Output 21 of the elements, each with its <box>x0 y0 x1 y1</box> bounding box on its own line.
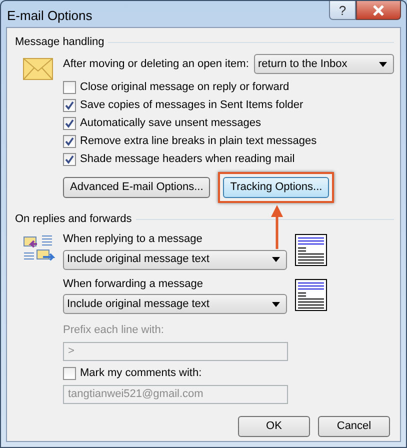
checkbox-label: Close original message on reply or forward <box>80 80 290 95</box>
checkbox-label: Remove extra line breaks in plain text messages <box>80 134 317 149</box>
checkbox-label: Automatically save unsent messages <box>80 116 261 131</box>
dialog-button[interactable]: Cancel <box>318 416 390 436</box>
group-title: On replies and forwards <box>15 212 132 227</box>
options-button[interactable]: Advanced E-mail Options... <box>63 177 210 198</box>
window-title: E-mail Options <box>7 7 92 25</box>
group-title: Message handling <box>15 34 104 50</box>
checkbox-label: Shade message headers when reading mail <box>80 152 295 167</box>
dropdown-label: When forwarding a message <box>63 276 204 292</box>
dropdown-label: After moving or deleting an open item: <box>63 56 249 72</box>
dialog-button[interactable]: OK <box>238 416 310 436</box>
checkbox-label: Save copies of messages in Sent Items folder <box>80 98 304 113</box>
dropdown[interactable]: Include original message text <box>63 250 287 270</box>
options-button[interactable]: Tracking Options... <box>223 177 330 198</box>
help-button[interactable]: ? <box>329 1 356 20</box>
dropdown[interactable]: Include original message text <box>63 294 287 314</box>
dropdown[interactable]: return to the Inbox <box>254 54 394 74</box>
field-label: Prefix each line with: <box>63 323 165 338</box>
dropdown-label: When replying to a message <box>63 232 204 247</box>
checkbox-label: Mark my comments with: <box>80 366 202 382</box>
